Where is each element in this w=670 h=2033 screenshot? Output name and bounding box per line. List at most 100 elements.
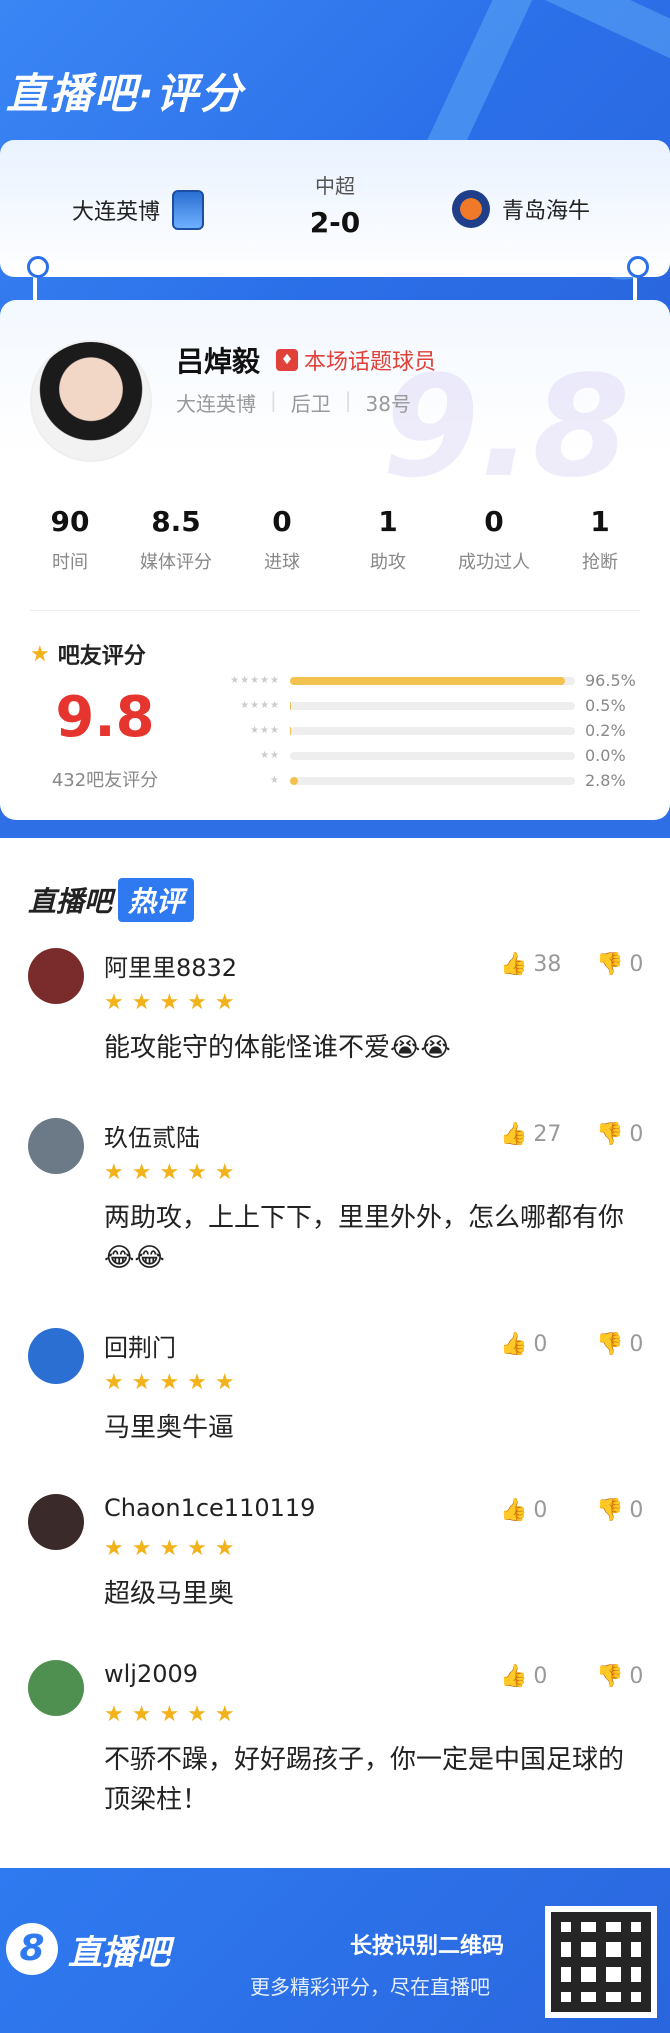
distribution-track: [290, 701, 575, 710]
like-count: 27: [533, 1122, 562, 1147]
like-button[interactable]: 👍 0: [500, 1332, 547, 1357]
hot-player-tag: ♦ 本场话题球员: [276, 344, 436, 376]
footer-banner: 8 直播吧 长按识别二维码 更多精彩评分，尽在直播吧: [0, 1868, 670, 2033]
dislike-button[interactable]: 👎 0: [596, 1332, 643, 1357]
fire-icon: ♦: [276, 349, 298, 371]
fan-rating-header: ★ 吧友评分: [30, 638, 146, 670]
hot-comments-title: 直播吧 热评: [28, 878, 195, 922]
player-meta: 大连英博 | 后卫 | 38号: [176, 388, 411, 416]
player-position: 后卫: [290, 392, 331, 416]
thumbs-up-icon: 👍: [500, 952, 528, 977]
comment-username[interactable]: 玖伍贰陆: [104, 1118, 200, 1153]
distribution-percent: 2.8%: [585, 771, 626, 790]
stat-value: 0: [272, 505, 292, 538]
stat-item: 8.5 媒体评分: [126, 505, 226, 574]
user-avatar[interactable]: [28, 1118, 84, 1174]
distribution-row: ★★★ 0.2%: [200, 718, 640, 743]
player-card: 9.8 吕焯毅 ♦ 本场话题球员 大连英博 | 后卫 | 38号 90 时间 8.…: [0, 300, 670, 820]
stat-item: 0 成功过人: [444, 505, 544, 574]
comment-stars: ★★★★★: [104, 1370, 243, 1395]
stat-label: 助攻: [370, 552, 406, 573]
comment-username[interactable]: Chaon1ce110119: [104, 1494, 315, 1522]
like-button[interactable]: 👍 0: [500, 1664, 547, 1689]
like-count: 38: [533, 952, 562, 977]
comment-text: 两助攻，上上下下，里里外外，怎么哪都有你😂😂: [104, 1203, 625, 1273]
dislike-button[interactable]: 👎 0: [596, 1664, 643, 1689]
hot-tag-label: 本场话题球员: [304, 350, 437, 375]
dislike-count: 0: [629, 1664, 644, 1689]
stat-label: 进球: [264, 552, 300, 573]
like-button[interactable]: 👍 38: [500, 952, 561, 977]
stat-item: 1 助攻: [338, 505, 438, 574]
stat-value: 8.5: [151, 505, 201, 538]
rating-distribution: ★★★★★ 96.5% ★★★★ 0.5% ★★★ 0.2% ★★ 0.0% ★…: [200, 668, 640, 793]
distribution-track: [290, 676, 575, 685]
hot-title-box: 热评: [118, 878, 195, 922]
like-count: 0: [533, 1332, 548, 1357]
stat-label: 时间: [52, 552, 88, 573]
player-avatar[interactable]: [30, 340, 152, 462]
user-avatar[interactable]: [28, 948, 84, 1004]
distribution-fill: [290, 726, 291, 735]
player-stats: 90 时间 8.5 媒体评分 0 进球 1 助攻 0 成功过人 1 抢断: [20, 505, 650, 574]
dislike-count: 0: [629, 952, 644, 977]
qr-code[interactable]: [545, 1906, 657, 2018]
stat-value: 1: [590, 505, 610, 538]
like-count: 0: [533, 1498, 548, 1523]
comment-stars: ★★★★★: [104, 1536, 243, 1561]
like-button[interactable]: 👍 27: [500, 1122, 561, 1147]
hot-comments-section: 直播吧 热评 阿里里8832 ★★★★★ 能攻能守的体能怪谁不爱😭😭 👍 38 👎…: [0, 838, 670, 1868]
footer-logo: 8 直播吧: [6, 1923, 170, 1975]
dislike-button[interactable]: 👎 0: [596, 1498, 643, 1523]
stat-item: 1 抢断: [550, 505, 650, 574]
comment-text: 马里奥牛逼: [104, 1413, 235, 1443]
comment-username[interactable]: wlj2009: [104, 1660, 198, 1688]
comment-username[interactable]: 回荆门: [104, 1328, 176, 1363]
user-avatar[interactable]: [28, 1328, 84, 1384]
user-avatar[interactable]: [28, 1660, 84, 1716]
row-stars: ★★: [260, 750, 280, 761]
distribution-row: ★★★★★ 96.5%: [200, 668, 640, 693]
comment-stars: ★★★★★: [104, 990, 243, 1015]
stat-value: 0: [484, 505, 504, 538]
dislike-count: 0: [629, 1498, 644, 1523]
row-stars: ★★★★★: [230, 675, 280, 686]
fan-rating-score: 9.8: [55, 685, 155, 750]
distribution-fill: [290, 701, 292, 710]
distribution-track: [290, 726, 575, 735]
dislike-count: 0: [629, 1332, 644, 1357]
thumbs-down-icon: 👎: [596, 952, 624, 977]
stat-item: 0 进球: [232, 505, 332, 574]
distribution-track: [290, 776, 575, 785]
dislike-button[interactable]: 👎 0: [596, 1122, 643, 1147]
like-button[interactable]: 👍 0: [500, 1498, 547, 1523]
thumbs-down-icon: 👎: [596, 1332, 624, 1357]
distribution-percent: 0.5%: [585, 696, 626, 715]
stat-item: 90 时间: [20, 505, 120, 574]
footer-qr-hint: 长按识别二维码: [350, 1934, 505, 1959]
footer-tagline: 更多精彩评分，尽在直播吧: [250, 1975, 490, 1999]
thumbs-up-icon: 👍: [500, 1498, 528, 1523]
dislike-button[interactable]: 👎 0: [596, 952, 643, 977]
thumbs-down-icon: 👎: [596, 1498, 624, 1523]
thumbs-down-icon: 👎: [596, 1664, 624, 1689]
player-name: 吕焯毅: [176, 345, 261, 378]
comment-text: 能攻能守的体能怪谁不爱😭😭: [104, 1033, 451, 1063]
distribution-percent: 96.5%: [585, 671, 636, 690]
player-team: 大连英博: [176, 392, 256, 416]
user-avatar[interactable]: [28, 1494, 84, 1550]
away-team[interactable]: 青岛海牛: [452, 190, 590, 228]
row-stars: ★: [270, 775, 280, 786]
away-team-name: 青岛海牛: [502, 199, 591, 224]
comment-username[interactable]: 阿里里8832: [104, 948, 237, 983]
match-card[interactable]: 大连英博 中超 2-0 青岛海牛: [0, 140, 670, 277]
stat-value: 1: [378, 505, 398, 538]
thumbs-up-icon: 👍: [500, 1332, 528, 1357]
distribution-row: ★★ 0.0%: [200, 743, 640, 768]
stat-label: 抢断: [582, 552, 618, 573]
comment-text: 超级马里奥: [104, 1579, 235, 1609]
like-count: 0: [533, 1664, 548, 1689]
player-number: 38号: [365, 392, 411, 416]
distribution-fill: [290, 676, 566, 685]
qingdao-crest-icon: [452, 190, 490, 228]
